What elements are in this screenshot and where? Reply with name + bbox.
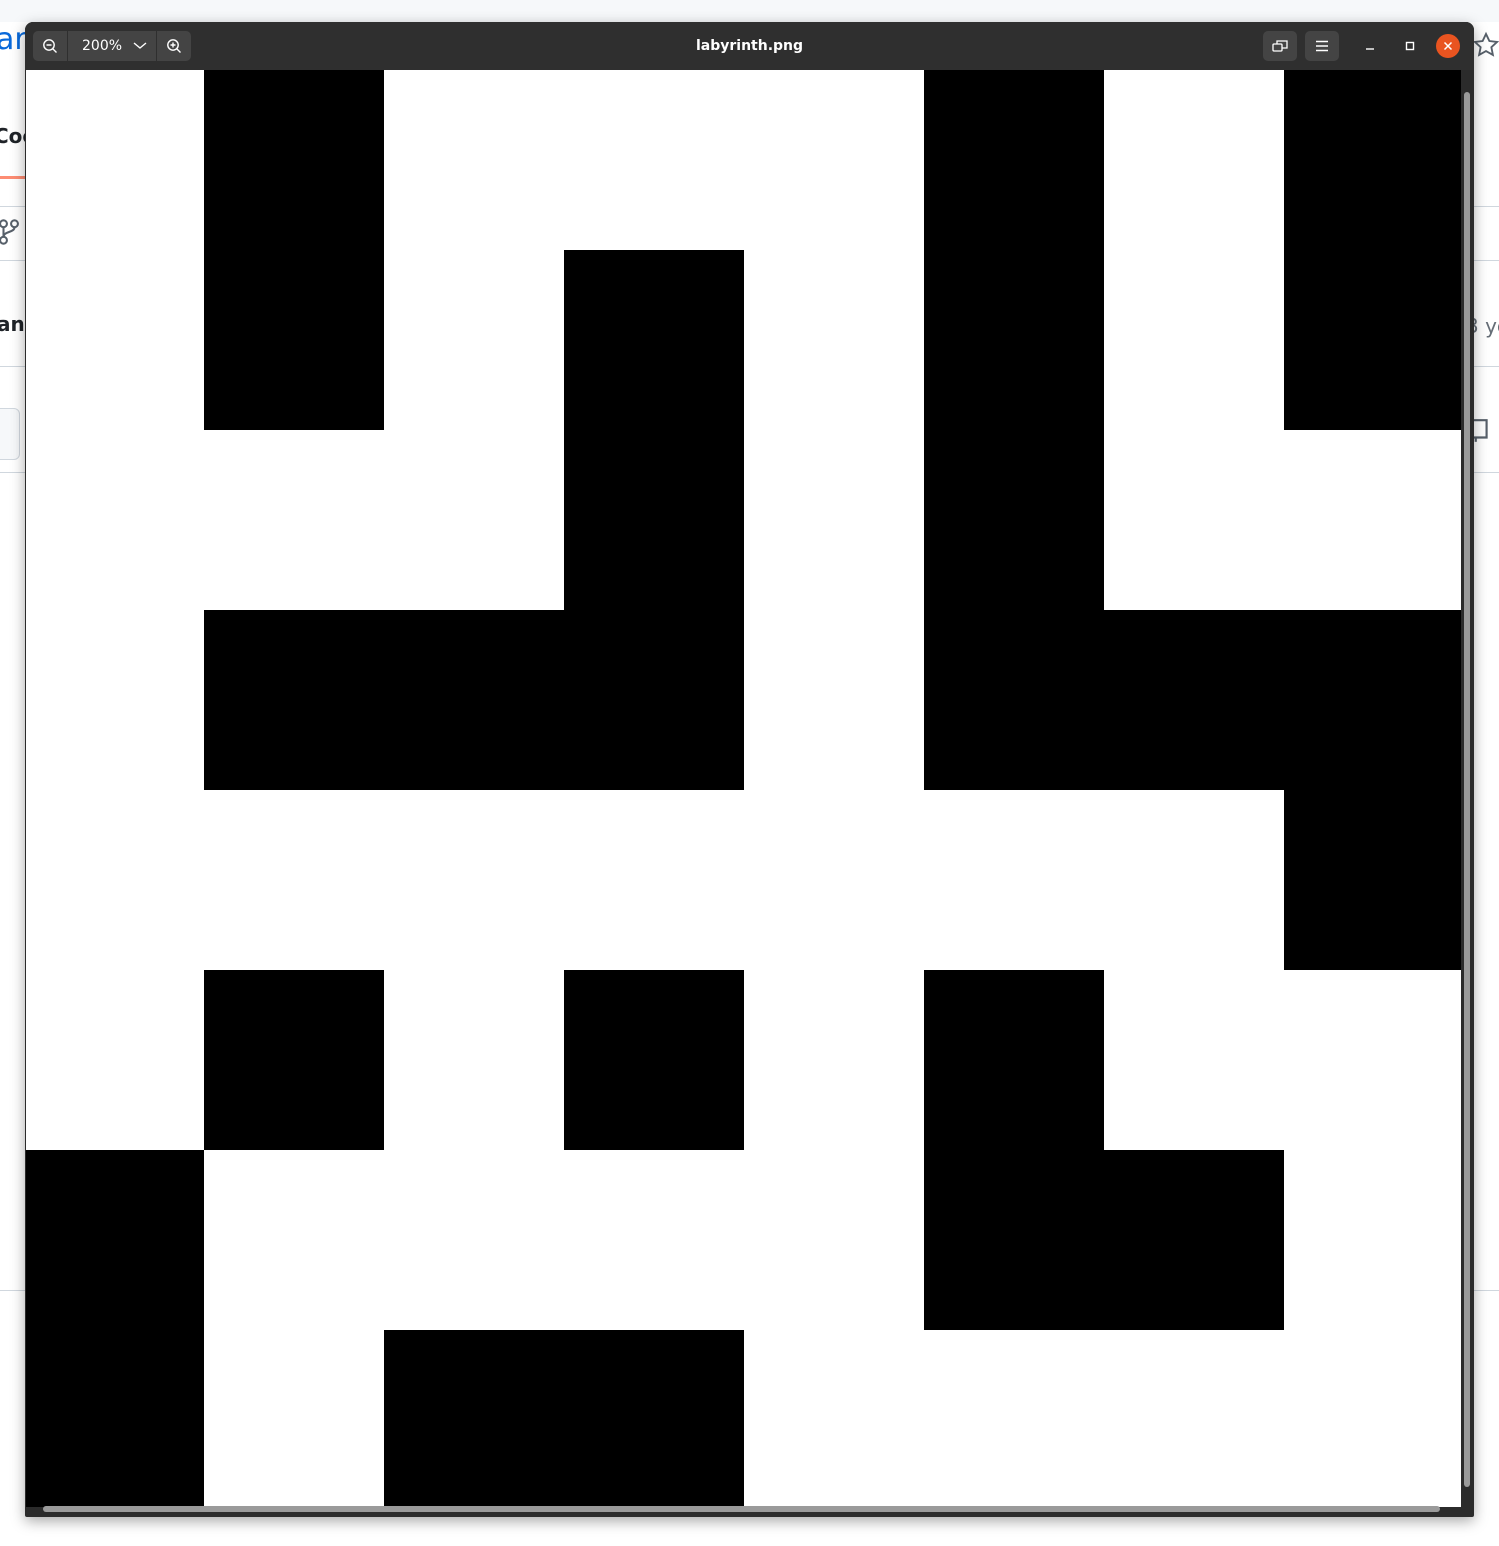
- maze-wall-cell: [924, 430, 1104, 610]
- star-icon[interactable]: [1472, 31, 1499, 59]
- restore-icon: [1272, 40, 1288, 52]
- main-menu-button[interactable]: [1305, 31, 1339, 61]
- maze-wall-cell: [1284, 250, 1461, 430]
- active-tab-underline: [0, 176, 26, 179]
- minimize-icon: [1366, 48, 1374, 50]
- window-title: labyrinth.png: [695, 38, 804, 54]
- background-logo-text: ar: [0, 22, 27, 57]
- maze-wall-cell: [204, 250, 384, 430]
- maze-wall-cell: [564, 970, 744, 1150]
- maze-image: [26, 70, 1461, 1507]
- maze-wall-cell: [924, 250, 1104, 430]
- maze-wall-cell: [26, 1150, 204, 1330]
- maze-wall-cell: [564, 430, 744, 610]
- minimize-button[interactable]: [1357, 33, 1383, 59]
- maze-wall-cell: [924, 1150, 1104, 1330]
- maze-wall-cell: [564, 250, 744, 430]
- image-viewer-window: 200% labyrinth.png: [25, 22, 1474, 1517]
- vertical-scrollbar[interactable]: [1464, 92, 1470, 1487]
- close-icon: [1443, 41, 1453, 51]
- maze-wall-cell: [1104, 1150, 1284, 1330]
- maze-wall-cell: [204, 70, 384, 250]
- maze-wall-cell: [204, 970, 384, 1150]
- maze-wall-cell: [564, 610, 744, 790]
- maze-wall-cell: [1284, 790, 1461, 970]
- maximize-button[interactable]: [1397, 33, 1423, 59]
- maze-wall-cell: [1104, 610, 1284, 790]
- horizontal-scrollbar[interactable]: [43, 1506, 1440, 1512]
- viewer-titlebar[interactable]: 200% labyrinth.png: [25, 22, 1474, 70]
- maze-wall-cell: [1284, 70, 1461, 250]
- maze-wall-cell: [384, 1330, 564, 1507]
- close-button[interactable]: [1436, 34, 1460, 58]
- branch-icon: [0, 219, 19, 245]
- maze-wall-cell: [924, 970, 1104, 1150]
- background-commit-text: an: [0, 312, 25, 336]
- maze-wall-cell: [924, 610, 1104, 790]
- maze-wall-cell: [924, 70, 1104, 250]
- hamburger-menu-icon: [1316, 40, 1328, 52]
- maze-wall-cell: [384, 610, 564, 790]
- maze-wall-cell: [564, 1330, 744, 1507]
- image-canvas[interactable]: [26, 70, 1461, 1507]
- maze-wall-cell: [1284, 610, 1461, 790]
- maze-wall-cell: [26, 1330, 204, 1507]
- maximize-icon: [1405, 41, 1415, 51]
- background-button[interactable]: [0, 408, 20, 460]
- maze-wall-cell: [204, 610, 384, 790]
- browser-topbar: [0, 0, 1499, 22]
- restore-view-button[interactable]: [1263, 31, 1297, 61]
